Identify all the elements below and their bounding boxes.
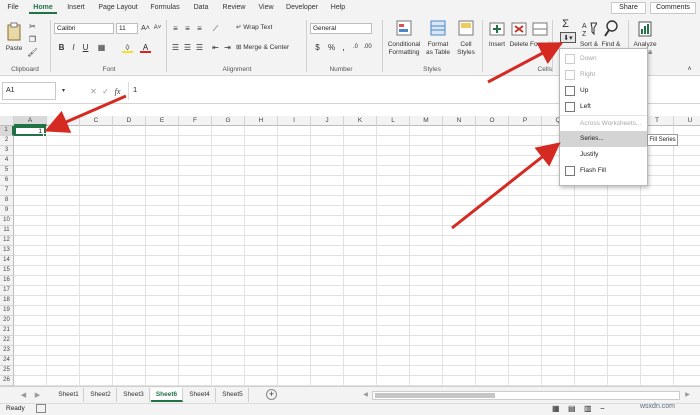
arrow-to-fill-button — [487, 42, 564, 84]
annotation-arrows — [44, 42, 564, 230]
arrow-to-series-item — [451, 142, 561, 230]
arrow-to-cell-a1 — [44, 94, 127, 133]
